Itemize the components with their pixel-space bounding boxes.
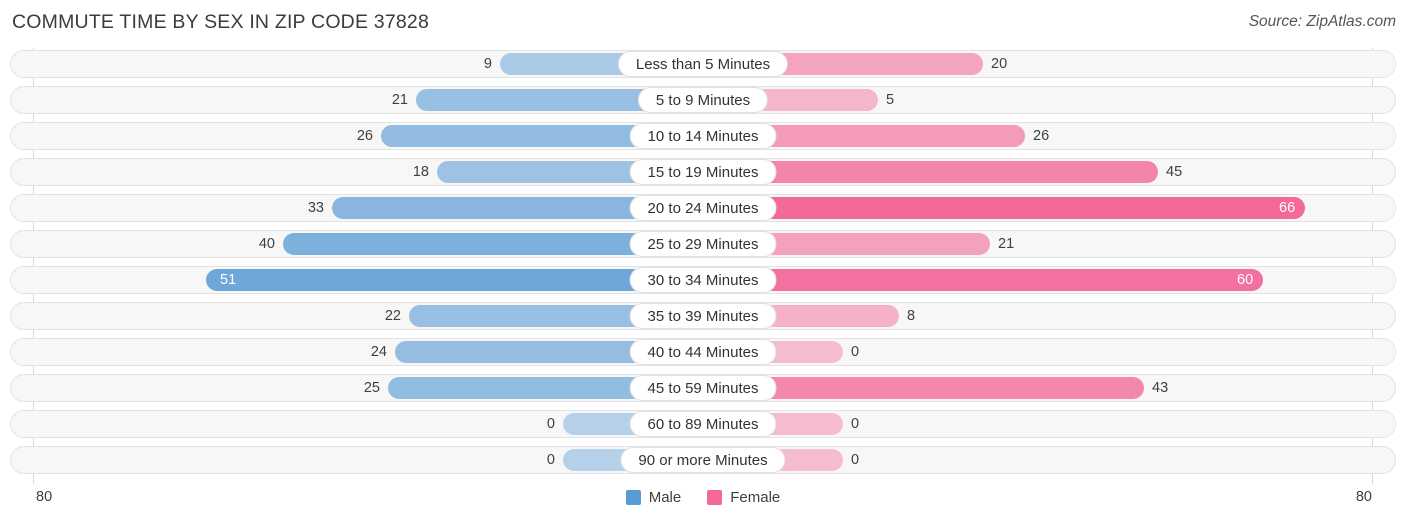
chart-row: 40 21 25 to 29 Minutes <box>10 230 1396 258</box>
value-label-female: 5 <box>886 92 895 108</box>
value-label-male: 18 <box>412 164 429 180</box>
value-label-male: 21 <box>391 92 408 108</box>
source-attribution: Source: ZipAtlas.com <box>1248 13 1396 30</box>
category-label-pill: 35 to 39 Minutes <box>629 303 777 329</box>
category-label-pill: 40 to 44 Minutes <box>629 339 777 365</box>
value-label-male: 25 <box>363 380 380 396</box>
chart-legend: Male Female <box>0 489 1406 506</box>
chart-row: 25 43 45 to 59 Minutes <box>10 374 1396 402</box>
chart-row: 0 0 90 or more Minutes <box>10 446 1396 474</box>
value-label-female: 26 <box>1033 128 1050 144</box>
value-label-male: 40 <box>258 236 275 252</box>
chart-row: 33 66 20 to 24 Minutes <box>10 194 1396 222</box>
value-label-female: 21 <box>998 236 1015 252</box>
value-label-female: 20 <box>991 56 1008 72</box>
legend-label: Male <box>648 489 682 506</box>
category-label-pill: Less than 5 Minutes <box>617 51 789 77</box>
chart-row: 22 8 35 to 39 Minutes <box>10 302 1396 330</box>
chart-row: 24 0 40 to 44 Minutes <box>10 338 1396 366</box>
category-label-pill: 45 to 59 Minutes <box>629 375 777 401</box>
value-label-female: 8 <box>907 308 916 324</box>
category-label-pill: 30 to 34 Minutes <box>629 267 777 293</box>
value-label-female: 0 <box>851 416 860 432</box>
value-label-male: 0 <box>546 416 555 432</box>
page-title: COMMUTE TIME BY SEX IN ZIP CODE 37828 <box>12 11 430 33</box>
chart-footer: 80 80 Male Female <box>0 484 1406 523</box>
value-label-male: 33 <box>307 200 324 216</box>
chart-row: 18 45 15 to 19 Minutes <box>10 158 1396 186</box>
value-label-male: 22 <box>384 308 401 324</box>
chart-row: 9 20 Less than 5 Minutes <box>10 50 1396 78</box>
category-label-pill: 20 to 24 Minutes <box>629 195 777 221</box>
chart-row: 21 5 5 to 9 Minutes <box>10 86 1396 114</box>
bar-female[interactable] <box>703 269 1263 291</box>
category-label-pill: 60 to 89 Minutes <box>629 411 777 437</box>
bar-male[interactable] <box>206 269 703 291</box>
value-label-female: 60 <box>1237 272 1254 288</box>
chart-row: 26 26 10 to 14 Minutes <box>10 122 1396 150</box>
legend-label: Female <box>730 489 781 506</box>
legend-item-female[interactable]: Female <box>707 489 780 506</box>
value-label-female: 43 <box>1152 380 1169 396</box>
legend-swatch-icon <box>707 490 723 505</box>
category-label-pill: 10 to 14 Minutes <box>629 123 777 149</box>
chart-row: 51 60 30 to 34 Minutes <box>10 266 1396 294</box>
chart-plot-area: 9 20 Less than 5 Minutes 21 5 5 to 9 Minutes 2… <box>0 48 1406 484</box>
value-label-male: 9 <box>483 56 492 72</box>
value-label-female: 0 <box>851 452 860 468</box>
category-label-pill: 90 or more Minutes <box>620 447 786 473</box>
category-label-pill: 5 to 9 Minutes <box>637 87 769 113</box>
chart-header: COMMUTE TIME BY SEX IN ZIP CODE 37828 So… <box>0 0 1406 46</box>
value-label-female: 66 <box>1279 200 1296 216</box>
bar-female[interactable] <box>703 197 1305 219</box>
legend-item-male[interactable]: Male <box>625 489 682 506</box>
category-label-pill: 15 to 19 Minutes <box>629 159 777 185</box>
value-label-male: 51 <box>220 272 237 288</box>
legend-swatch-icon <box>625 490 641 505</box>
value-label-female: 45 <box>1166 164 1183 180</box>
category-label-pill: 25 to 29 Minutes <box>629 231 777 257</box>
value-label-male: 0 <box>546 452 555 468</box>
value-label-male: 26 <box>356 128 373 144</box>
value-label-female: 0 <box>851 344 860 360</box>
value-label-male: 24 <box>370 344 387 360</box>
chart-row: 0 0 60 to 89 Minutes <box>10 410 1396 438</box>
